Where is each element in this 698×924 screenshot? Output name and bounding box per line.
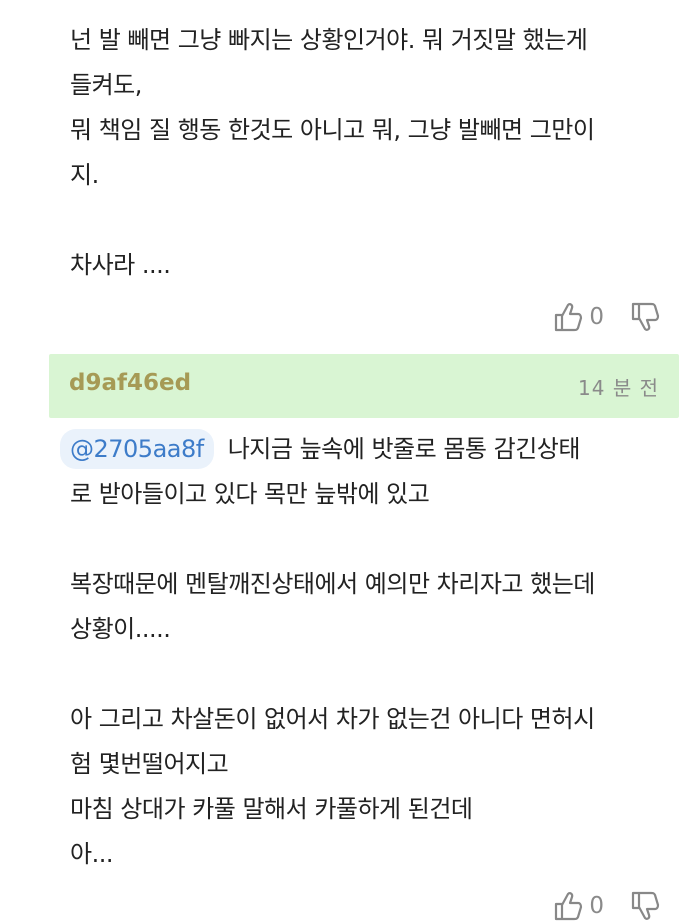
- dislike-button[interactable]: [630, 301, 660, 333]
- like-count: 0: [589, 304, 604, 330]
- dislike-button[interactable]: [630, 890, 660, 922]
- comment-text-line: 험 몇번떨어지고: [70, 750, 229, 778]
- thumbs-up-icon: [553, 301, 583, 333]
- comment-body: @2705aa8f 나지금 늪속에 밧줄로 몸통 감긴상태 로 받아들이고 있다 …: [60, 427, 670, 877]
- comment-text-line: 아 그리고 차살돈이 없어서 차가 없는건 아니다 면허시: [70, 705, 595, 733]
- comment-text-line: 지.: [70, 161, 99, 189]
- comment-text-line: 상황이.....: [70, 615, 171, 643]
- comment-body: 넌 발 빼면 그냥 빠지는 상황인거야. 뭐 거짓말 했는게 들켜도, 뭐 책임…: [70, 18, 670, 288]
- comment-text-line: [70, 517, 670, 562]
- comment-author[interactable]: d9af46ed: [69, 370, 191, 396]
- like-button[interactable]: 0: [553, 301, 630, 333]
- like-button[interactable]: 0: [553, 890, 630, 922]
- mention-tag[interactable]: @2705aa8f: [60, 429, 214, 469]
- thumbs-down-icon: [630, 301, 660, 333]
- comment-text-line: 넌 발 빼면 그냥 빠지는 상황인거야. 뭐 거짓말 했는게: [70, 26, 588, 54]
- comment-text-line: 차사라 ....: [70, 251, 171, 279]
- comment-text-line: 뭐 책임 질 행동 한것도 아니고 뭐, 그냥 발빼면 그만이: [70, 116, 595, 144]
- vote-row: 0: [553, 299, 660, 335]
- comment-text-line: [70, 652, 670, 697]
- like-count: 0: [589, 893, 604, 919]
- comment-text-line: 로 받아들이고 있다 목만 늪밖에 있고: [70, 480, 430, 508]
- comment-text-line: [70, 198, 670, 243]
- comment-timestamp: 14 분 전: [578, 376, 659, 400]
- thumbs-down-icon: [630, 890, 660, 922]
- comment-text-line: 들켜도,: [70, 71, 142, 99]
- comment-text-line: 복장때문에 멘탈깨진상태에서 예의만 차리자고 했는데: [70, 570, 595, 598]
- comment-text-line: 마침 상대가 카풀 말해서 카풀하게 된건데: [70, 795, 473, 823]
- thumbs-up-icon: [553, 890, 583, 922]
- comment-text-line: 아...: [70, 840, 113, 868]
- comment-text-line: 나지금 늪속에 밧줄로 몸통 감긴상태: [227, 435, 581, 463]
- vote-row: 0: [553, 888, 660, 924]
- comment-first-line: @2705aa8f 나지금 늪속에 밧줄로 몸통 감긴상태: [60, 427, 670, 472]
- comment-header: d9af46ed 14 분 전: [49, 354, 679, 418]
